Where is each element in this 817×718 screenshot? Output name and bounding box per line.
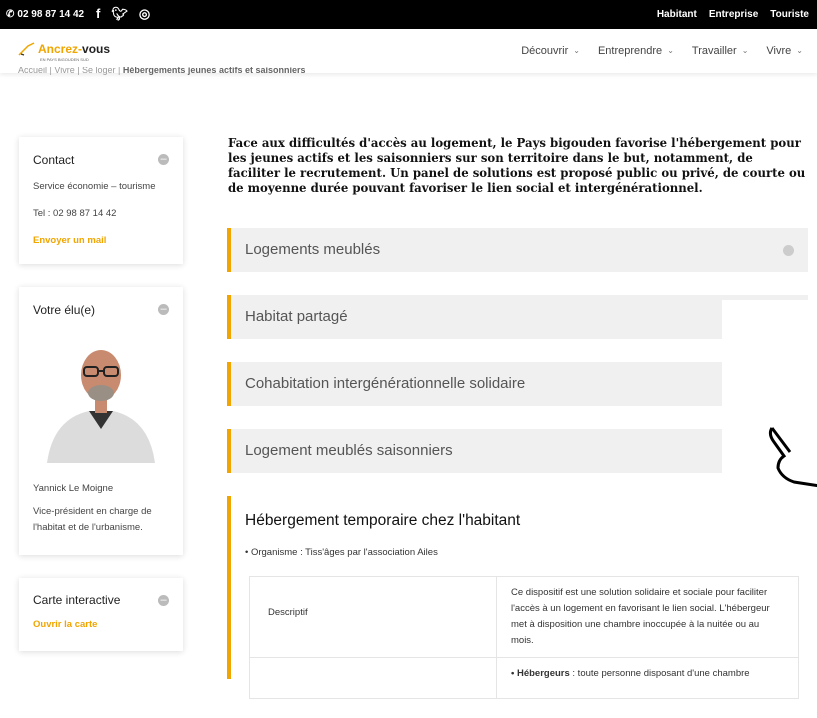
accordion-logements-meubles[interactable]: Logements meublés bbox=[227, 228, 808, 272]
audience-links: Habitant Entreprise Touriste bbox=[657, 9, 809, 20]
nav-entreprendre[interactable]: Entreprendre ⌄ bbox=[598, 45, 674, 57]
nav-vivre[interactable]: Vivre ⌄ bbox=[766, 45, 803, 57]
main-nav: Découvrir ⌄ Entreprendre ⌄ Travailler ⌄ Viv… bbox=[521, 45, 803, 57]
breadcrumb: Accueil | Vivre | Se loger | Hébergement… bbox=[18, 67, 306, 75]
twitter-icon[interactable]: 🐦︎ bbox=[111, 6, 128, 22]
table-row: Descriptif Ce dispositif est une solutio… bbox=[250, 577, 798, 658]
table-key bbox=[250, 658, 496, 718]
info-table: Descriptif Ce dispositif est une solutio… bbox=[249, 576, 799, 699]
open-organisme: • Organisme : Tiss'âges par l'associatio… bbox=[245, 547, 438, 558]
table-row: • Hébergeurs : toute personne disposant … bbox=[250, 658, 798, 698]
elu-card: Votre élu(e) – Yannick Le Moigne Vice-pr… bbox=[19, 287, 183, 555]
contact-card: Contact – Service économie – tourisme Te… bbox=[19, 137, 183, 264]
intro-text: Face aux difficultés d'accès au logement… bbox=[228, 136, 806, 195]
link-touriste[interactable]: Touriste bbox=[770, 9, 809, 20]
open-title[interactable]: Hébergement temporaire chez l'habitant bbox=[245, 512, 520, 530]
instagram-icon[interactable]: ◎ bbox=[139, 6, 150, 22]
site-header: Ancrez-vous EN PAYS BIGOUDEN SUD Découvr… bbox=[0, 29, 817, 73]
nav-decouvrir[interactable]: Découvrir ⌄ bbox=[521, 45, 580, 57]
social-links: f 🐦︎ ◎ bbox=[96, 6, 150, 22]
contact-tel: Tel : 02 98 87 14 42 bbox=[33, 208, 117, 219]
chevron-down-icon: ⌄ bbox=[573, 46, 580, 55]
elu-photo bbox=[33, 327, 169, 463]
top-bar: ✆ 02 98 87 14 42 f 🐦︎ ◎ Habitant Entrepri… bbox=[0, 0, 817, 29]
logo-text-b: vous bbox=[82, 42, 111, 56]
minus-icon[interactable]: – bbox=[158, 304, 169, 315]
carte-title: Carte interactive bbox=[33, 593, 121, 607]
carte-link[interactable]: Ouvrir la carte bbox=[33, 619, 169, 630]
elu-name: Yannick Le Moigne bbox=[33, 483, 114, 494]
chevron-down-icon: ⌄ bbox=[741, 46, 749, 55]
nav-travailler[interactable]: Travailler ⌄ bbox=[692, 45, 749, 57]
accordion-logement-saisonniers[interactable]: Logement meublés saisonniers bbox=[227, 429, 722, 473]
contact-service: Service économie – tourisme bbox=[33, 181, 156, 192]
pointer-cursor-icon bbox=[768, 427, 817, 488]
phone-link[interactable]: ✆ 02 98 87 14 42 bbox=[6, 9, 84, 20]
site-logo[interactable]: Ancrez-vous EN PAYS BIGOUDEN SUD bbox=[18, 42, 111, 62]
logo-text-a: Ancrez- bbox=[38, 42, 83, 56]
phone-icon: ✆ bbox=[6, 9, 15, 20]
anchor-icon bbox=[18, 42, 35, 56]
accordion-habitat-partage[interactable]: Habitat partagé bbox=[227, 295, 808, 339]
contact-title: Contact bbox=[33, 153, 75, 167]
link-habitant[interactable]: Habitant bbox=[657, 9, 697, 20]
logo-tagline: EN PAYS BIGOUDEN SUD bbox=[40, 57, 89, 62]
accordion-hebergement-open: Hébergement temporaire chez l'habitant •… bbox=[227, 496, 817, 699]
toggle-icon[interactable] bbox=[783, 245, 794, 256]
minus-icon[interactable]: – bbox=[158, 154, 169, 165]
link-entreprise[interactable]: Entreprise bbox=[709, 9, 758, 20]
table-key: Descriptif bbox=[268, 607, 308, 618]
carte-card: Carte interactive – Ouvrir la carte bbox=[19, 578, 183, 651]
minus-icon[interactable]: – bbox=[158, 595, 169, 606]
table-value: Ce dispositif est une solution solidaire… bbox=[496, 577, 798, 657]
chevron-down-icon: ⌄ bbox=[796, 46, 803, 55]
accordion-cohabitation[interactable]: Cohabitation intergénérationnelle solida… bbox=[227, 362, 722, 406]
elu-title: Votre élu(e) bbox=[33, 303, 96, 317]
contact-mail-link[interactable]: Envoyer un mail bbox=[33, 235, 169, 246]
elu-role: Vice-président en charge de l'habitat et… bbox=[33, 506, 152, 533]
table-value: • Hébergeurs : toute personne disposant … bbox=[496, 658, 798, 698]
chevron-down-icon: ⌄ bbox=[667, 46, 674, 55]
facebook-icon[interactable]: f bbox=[96, 6, 100, 22]
